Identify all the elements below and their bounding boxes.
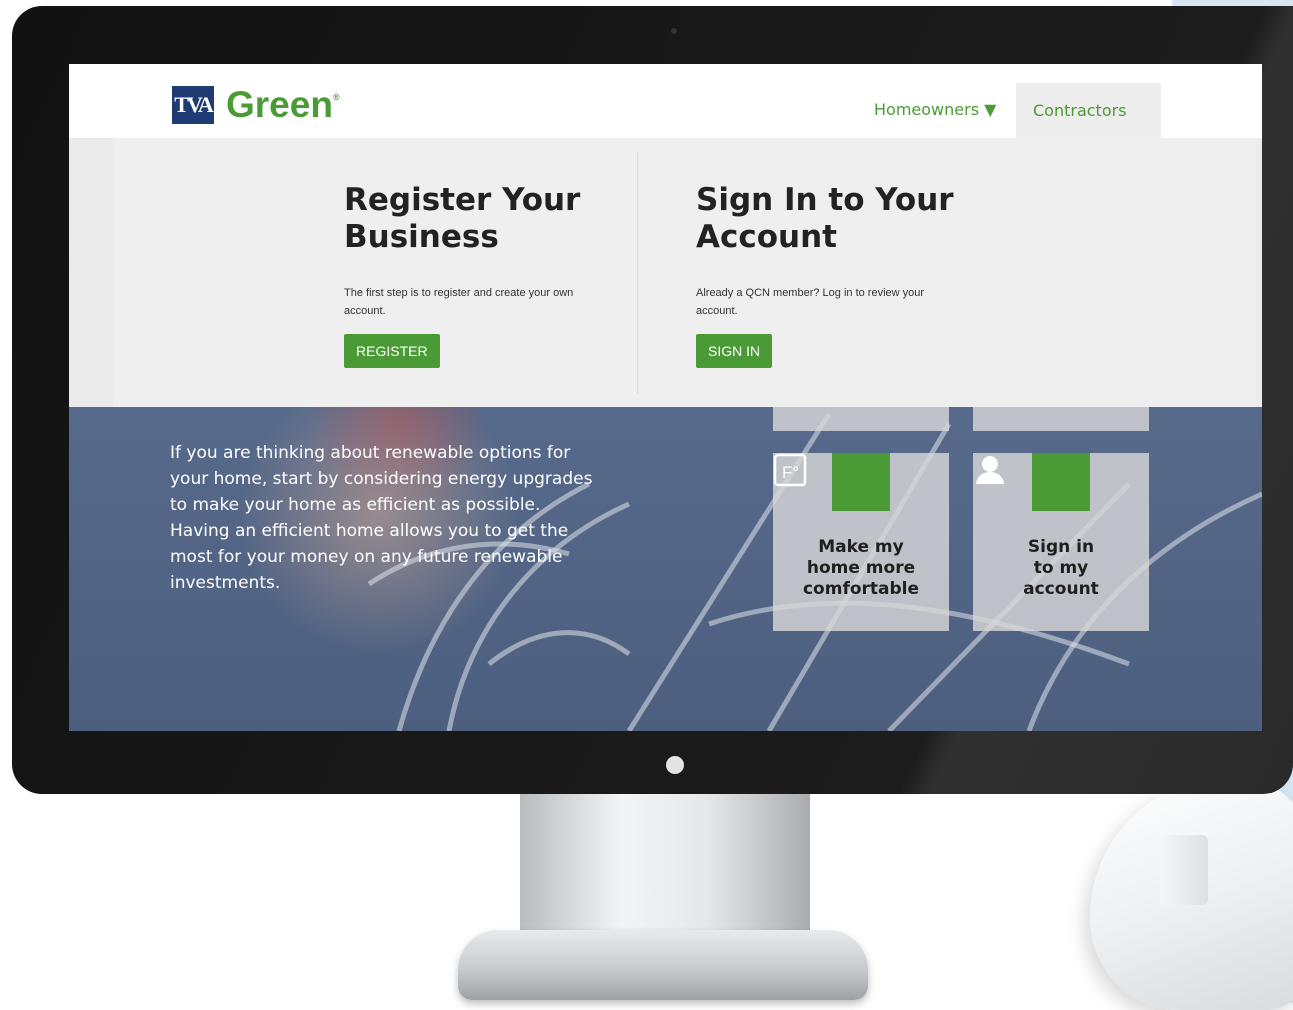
register-description: The first step is to register and create…	[344, 287, 574, 317]
register-column: Register Your Business The first step is…	[344, 182, 634, 368]
dropdown-divider	[637, 152, 638, 394]
dropdown-edge	[1256, 138, 1262, 407]
nav-contractors-label: Contractors	[1033, 101, 1127, 120]
thermometer-f-icon: F°	[773, 453, 890, 511]
camera-dot	[671, 28, 677, 34]
sign-in-button[interactable]: SIGN IN	[696, 334, 773, 368]
signin-description: Already a QCN member? Log in to review y…	[696, 287, 925, 317]
svg-text:F°: F°	[782, 463, 799, 482]
register-button[interactable]: REGISTER	[344, 334, 440, 368]
website-screen: If you are thinking about renewable opti…	[69, 64, 1262, 731]
signin-title: Sign In to Your Account	[696, 182, 954, 255]
user-icon	[976, 453, 1090, 511]
tva-logo-mark: TVA	[172, 86, 214, 124]
signin-column: Sign In to Your Account Already a QCN me…	[696, 182, 986, 368]
monitor-stand-neck	[520, 790, 810, 940]
tile-label: Sign in to my account	[1023, 537, 1099, 599]
service-tile-partial[interactable]	[973, 407, 1149, 431]
tile-make-home-comfortable[interactable]: F° Make my home more comfortable	[773, 453, 949, 631]
monitor-stand-base	[458, 930, 868, 1000]
tile-sign-in-account[interactable]: Sign in to my account	[973, 453, 1149, 631]
tile-label: Make my home more comfortable	[802, 537, 920, 599]
dropdown-edge	[69, 138, 113, 407]
hard-hat-image	[1090, 780, 1293, 1010]
nav-homeowners[interactable]: Homeowners ▼	[874, 100, 996, 119]
logo-wordmark: Green®	[226, 84, 340, 125]
hero-paragraph: If you are thinking about renewable opti…	[170, 443, 593, 593]
tva-green-logo[interactable]: TVA Green®	[172, 84, 340, 126]
site-header: TVA Green® Homeowners ▼ Contractors	[69, 64, 1262, 138]
service-tile-partial[interactable]	[773, 407, 949, 431]
nav-contractors[interactable]: Contractors	[1016, 83, 1161, 138]
contractors-dropdown: Register Your Business The first step is…	[113, 138, 1256, 407]
monitor-button	[666, 756, 684, 774]
register-title: Register Your Business	[344, 182, 581, 255]
